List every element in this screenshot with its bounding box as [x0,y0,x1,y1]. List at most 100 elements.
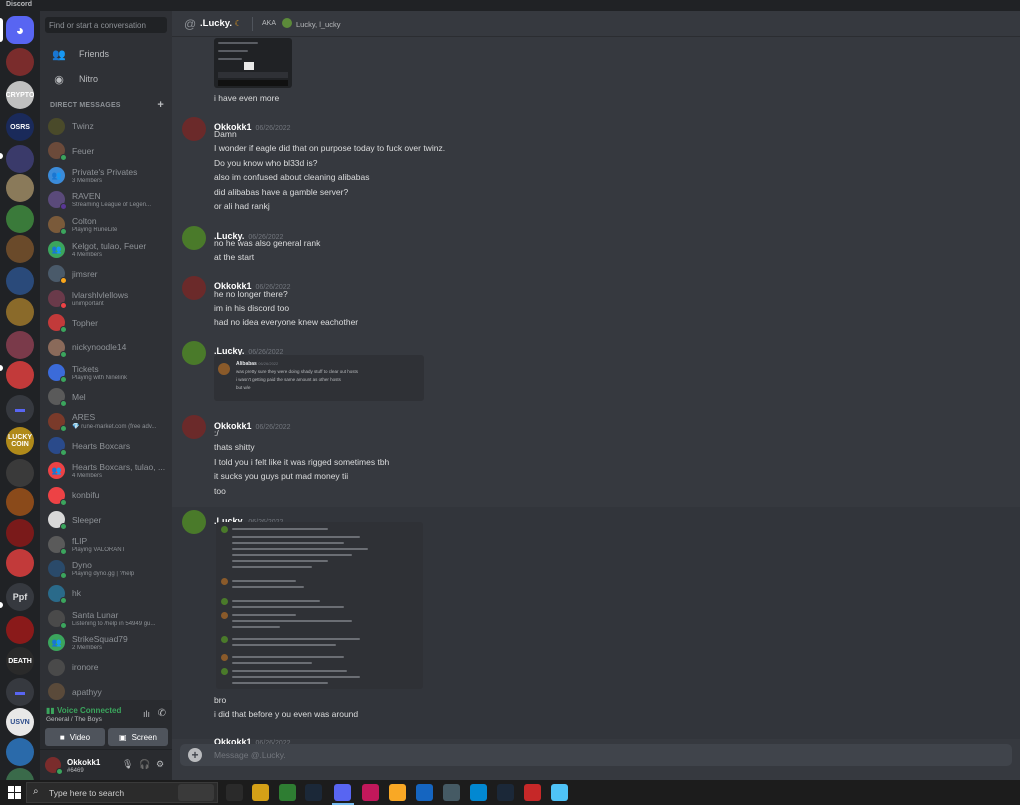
dm-conversation[interactable]: 👥 Hearts Boxcars, tulao, ... 4 Members [45,458,170,482]
deafen-icon[interactable]: 🎧 [139,759,150,770]
dm-conversation[interactable]: Topher [45,311,170,335]
disconnect-icon[interactable]: ✆ [158,708,166,719]
dm-conversation[interactable]: Santa Lunar Listening to /help in 54949 g… [45,606,170,630]
nav-nitro[interactable]: ◉ Nitro [45,68,167,90]
nav-friends[interactable]: 👥 Friends [45,43,167,65]
server-icon[interactable] [6,331,34,359]
sticky-notes-icon[interactable] [389,784,406,801]
avatar [221,654,228,661]
message-input[interactable]: Message @.Lucky. [214,750,286,760]
steam-icon[interactable] [497,784,514,801]
dm-conversation[interactable]: nickynoodle14 [45,335,170,359]
avatar[interactable] [45,757,63,775]
screen-button[interactable]: ▣ Screen [108,728,168,746]
video-button[interactable]: ■ Video [45,728,105,746]
dm-conversation[interactable]: Dyno Playing dyno.gg | ?help [45,557,170,581]
image-attachment[interactable] [214,38,292,88]
server-icon[interactable] [6,738,34,766]
dm-conversation[interactable]: hk [45,581,170,605]
avatar[interactable] [182,276,206,300]
app-icon[interactable] [470,784,487,801]
dm-name: lvlarshlvlellows [72,289,129,300]
server-icon[interactable] [6,616,34,644]
server-indicator [0,365,3,371]
server-icon[interactable] [6,488,34,516]
dm-conversation[interactable]: 👥 Kelgot, tulao, Feuer 4 Members [45,237,170,261]
server-icon[interactable] [6,459,34,487]
avatar[interactable] [182,341,206,365]
discord-home-icon[interactable]: ◕ [6,16,34,44]
search-input[interactable]: Find or start a conversation [45,17,167,33]
settings-gear-icon[interactable]: ⚙ [156,759,164,770]
steam-icon[interactable] [305,784,322,801]
app-icon[interactable] [362,784,379,801]
server-icon[interactable] [6,549,34,577]
chrome-icon[interactable] [279,784,296,801]
status-online-icon [60,375,67,383]
server-icon[interactable] [6,48,34,76]
upload-plus-icon[interactable]: + [188,748,202,762]
dm-conversation[interactable]: Sleeper [45,508,170,532]
discord-taskbar-icon[interactable] [334,784,351,801]
server-icon[interactable] [6,519,34,547]
server-icon[interactable] [6,235,34,263]
server-icon[interactable]: Ppf [6,583,34,611]
avatar [48,388,67,408]
dm-conversation[interactable]: RAVEN Streaming League of Legen... [45,188,170,212]
noise-suppression-icon[interactable]: ılı [143,709,150,719]
app-icon[interactable] [551,784,568,801]
server-icon[interactable] [6,205,34,233]
file-explorer-icon[interactable] [252,784,269,801]
dm-conversation[interactable]: ironore [45,655,170,679]
server-icon[interactable]: DEATH [6,647,34,675]
server-icon[interactable] [6,174,34,202]
runelite-icon[interactable] [524,784,541,801]
dm-conversation[interactable]: konbifu [45,483,170,507]
status-online-icon [60,547,67,555]
windows-start-icon[interactable] [8,786,21,799]
folder-icon[interactable]: ▬ [6,678,34,706]
server-icon[interactable] [6,145,34,173]
calculator-icon[interactable] [443,784,460,801]
server-icon[interactable]: CRYPTO [6,81,34,109]
voice-channel[interactable]: General / The Boys [46,716,102,723]
dm-conversation[interactable]: Feuer [45,139,170,163]
mute-mic-icon[interactable]: 🎙 [122,759,133,770]
idle-moon-icon: ☾ [234,19,242,28]
dm-conversation[interactable]: lvlarshlvlellows unimportant [45,286,170,310]
dm-conversation[interactable]: 👥 StrikeSquad79 2 Members [45,631,170,655]
dm-conversation[interactable]: Tickets Playing with Ninelink [45,360,170,384]
dm-conversation[interactable]: Mel [45,385,170,409]
create-dm-plus-icon[interactable]: + [157,99,164,111]
dm-conversation[interactable]: fLIP Playing VALORANT [45,532,170,556]
quoted-author-label: Alibabas [236,361,257,367]
server-icon[interactable] [6,298,34,326]
virtualbox-icon[interactable] [416,784,433,801]
dm-conversation[interactable]: ARES 💎 rune-market.com (free adv... [45,409,170,433]
avatar[interactable] [182,415,206,439]
image-attachment[interactable] [216,522,423,689]
dm-conversation[interactable]: jimsrer [45,262,170,286]
dm-conversation[interactable]: Colton Playing RuneLite [45,212,170,236]
dm-conversation[interactable]: 👥 Private's Privates 3 Members [45,163,170,187]
message-line: had no idea everyone knew eachother [214,317,359,327]
server-icon[interactable]: LUCKY COIN [6,427,34,455]
dm-conversation[interactable]: Hearts Boxcars [45,434,170,458]
message-composer[interactable]: + Message @.Lucky. [180,744,1012,766]
avatar[interactable] [182,226,206,250]
folder-icon[interactable]: ▬ [6,395,34,423]
server-icon[interactable] [6,768,34,780]
task-view-icon[interactable] [226,784,243,801]
avatar[interactable] [182,510,206,534]
screenshot-text-line [232,542,344,544]
message-author[interactable]: Okkokk1 [214,421,252,431]
avatar[interactable] [182,117,206,141]
weather-widget-icon[interactable] [178,784,214,801]
dm-conversation[interactable]: Twinz [45,114,170,138]
server-icon[interactable] [6,267,34,295]
server-icon[interactable]: OSRS [6,113,34,141]
quoted-screenshot[interactable]: Alibabas 06/26/2022 was pretty sure they… [214,355,424,401]
server-icon[interactable]: USVN [6,708,34,736]
server-icon[interactable] [6,361,34,389]
dm-activity: 💎 rune-market.com (free adv... [72,424,157,431]
